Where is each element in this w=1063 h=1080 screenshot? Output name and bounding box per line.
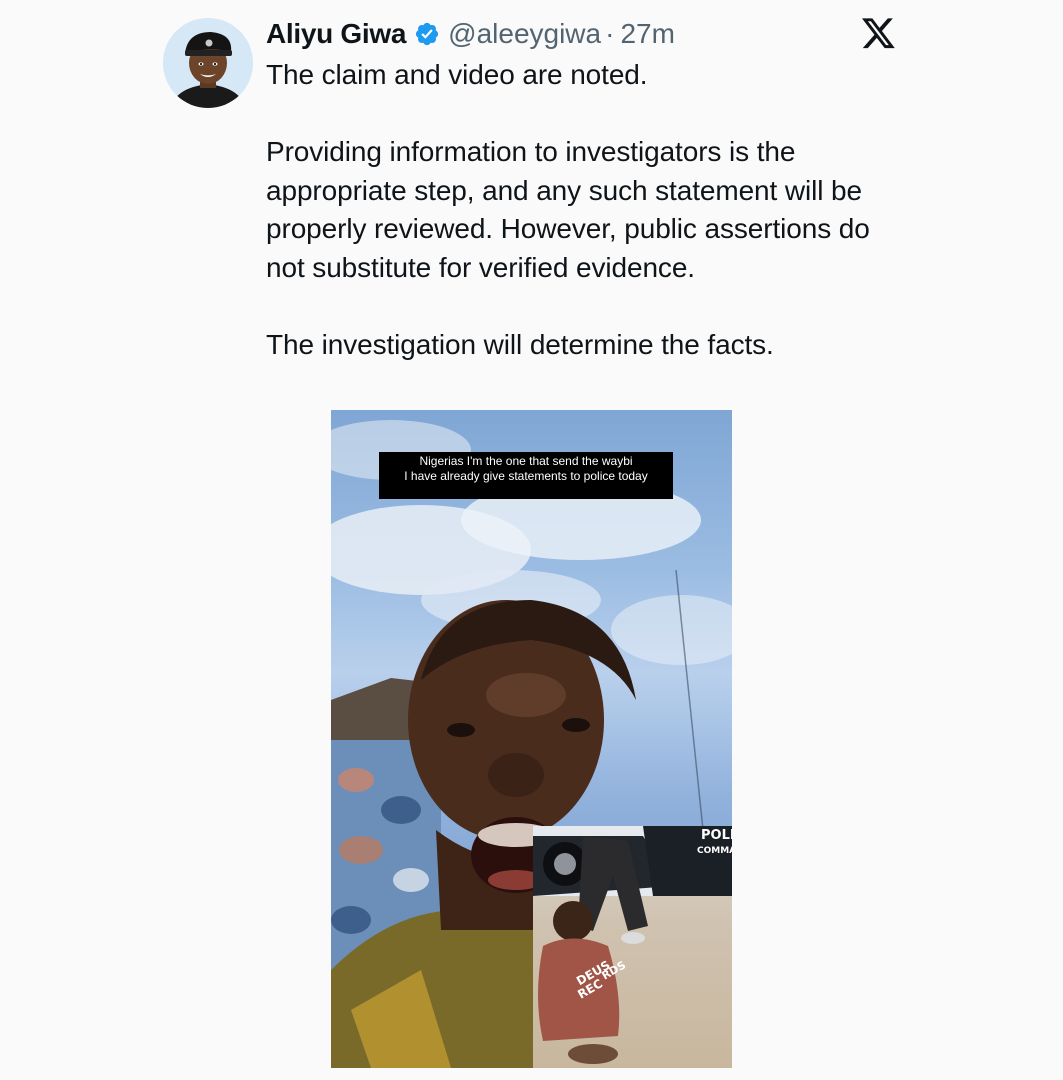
author-display-name[interactable]: Aliyu Giwa	[266, 18, 406, 50]
car-text: POLI	[701, 828, 732, 843]
car-text: COMMA	[697, 846, 732, 856]
author-handle[interactable]: @aleeygiwa	[448, 18, 601, 50]
verified-badge-icon	[414, 21, 440, 47]
avatar[interactable]	[163, 18, 253, 108]
video-caption: Nigerias I'm the one that send the waybi…	[379, 452, 673, 499]
tweet-video[interactable]: Nigerias I'm the one that send the waybi…	[331, 410, 732, 1068]
tweet-paragraph: The investigation will determine the fac…	[266, 328, 774, 360]
tweet-header: Aliyu Giwa @aleeygiwa · 27m	[266, 14, 675, 54]
x-logo-icon[interactable]	[862, 18, 896, 50]
separator-dot: ·	[605, 18, 615, 49]
video-inset: DEUS REC RDS POLI COMMA	[533, 826, 732, 1068]
video-caption-line: Nigerias I'm the one that send the waybi	[419, 454, 633, 468]
tweet-timestamp[interactable]: 27m	[620, 18, 674, 50]
tweet-paragraph: The claim and video are noted.	[266, 59, 648, 90]
tweet-card: Aliyu Giwa @aleeygiwa · 27m The claim an…	[0, 0, 1063, 1080]
tweet-paragraph: Providing information to investigators i…	[266, 136, 870, 283]
police-officer-avatar	[163, 18, 253, 108]
tweet-body: The claim and video are noted. Providing…	[266, 56, 906, 364]
video-caption-line: I have already give statements to police…	[404, 469, 648, 483]
